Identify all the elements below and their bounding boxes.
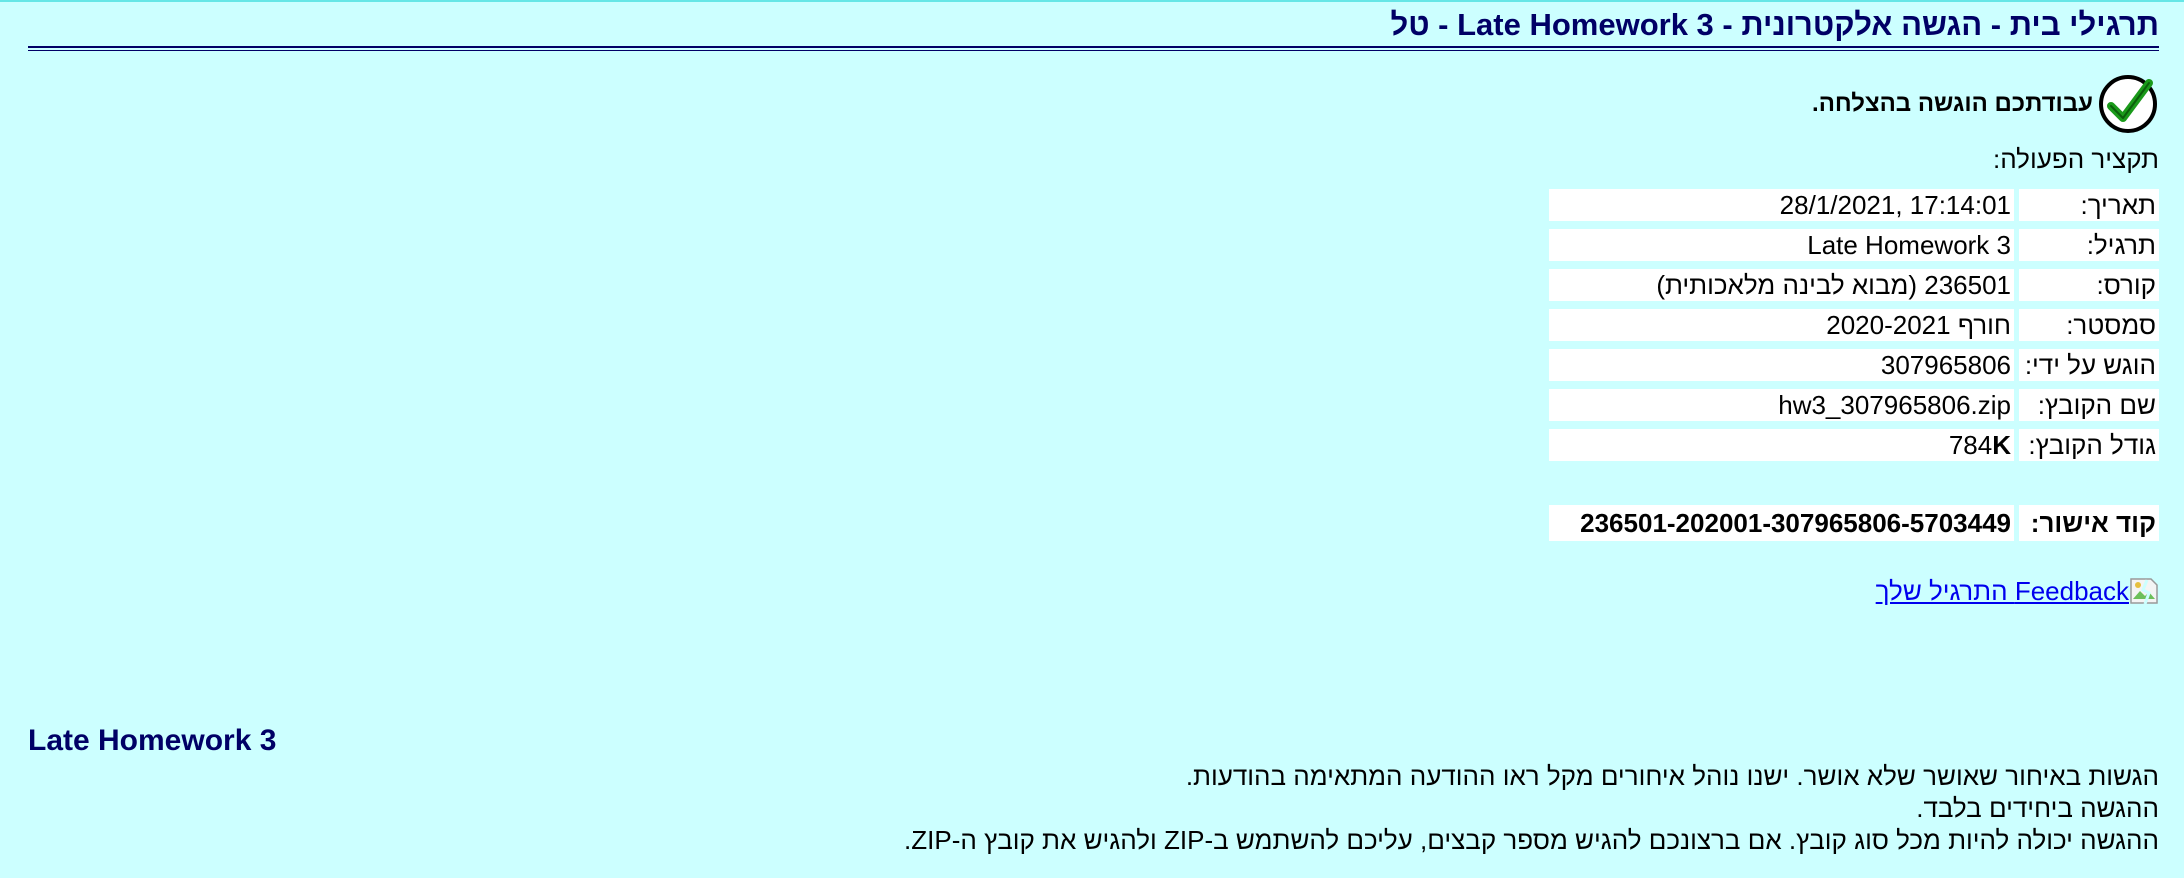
filesize-unit: K [1992, 429, 2011, 460]
feedback-link[interactable]: Feedback התרגיל שלך [1876, 576, 2129, 607]
feedback-row: Feedback התרגיל שלך [28, 574, 2159, 608]
summary-label: קורס: [2019, 269, 2159, 301]
summary-value: 784K [1549, 429, 2014, 461]
summary-row-course: קורס: 236501 (מבוא לבינה מלאכותית) [1549, 269, 2159, 301]
summary-value: 236501 (מבוא לבינה מלאכותית) [1549, 269, 2014, 301]
checkmark-icon [2097, 73, 2159, 135]
summary-label: תאריך: [2019, 189, 2159, 221]
summary-value: 28/1/2021, 17:14:01 [1549, 189, 2014, 221]
summary-value: חורף 2020-2021 [1549, 309, 2014, 341]
title-divider-thin [28, 50, 2159, 51]
summary-label: סמסטר: [2019, 309, 2159, 341]
assignment-note: ההגשה ביחידים בלבד. [1916, 793, 2159, 823]
summary-row-date: תאריך: 28/1/2021, 17:14:01 [1549, 189, 2159, 221]
page-title: תרגילי בית - הגשה אלקטרונית - Late Homew… [1390, 7, 2159, 42]
assignment-title: Late Homework 3 [28, 724, 277, 757]
page: תרגילי בית - הגשה אלקטרונית - Late Homew… [28, 2, 2159, 608]
assignment-note: ההגשה יכולה להיות מכל סוג קובץ. אם ברצונ… [904, 825, 2159, 855]
title-divider [28, 46, 2159, 48]
assignment-note: הגשות באיחור שאושר שלא אושר. ישנו נוהל א… [1185, 761, 2159, 791]
success-banner: עבודתכם הוגשה בהצלחה. [28, 73, 2159, 135]
summary-value: hw3_307965806.zip [1549, 389, 2014, 421]
assignment-notes: הגשות באיחור שאושר שלא אושר. ישנו נוהל א… [904, 760, 2159, 856]
summary-row-submitted-by: הוגש על ידי: 307965806 [1549, 349, 2159, 381]
success-message: עבודתכם הוגשה בהצלחה. [1812, 90, 2093, 117]
date-value: 28/1/2021, 17:14:01 [1779, 189, 2011, 220]
summary-row-filesize: גודל הקובץ: 784K [1549, 429, 2159, 461]
summary-table: תאריך: 28/1/2021, 17:14:01 תרגיל: Late H… [1544, 181, 2164, 469]
summary-value: Late Homework 3 [1549, 229, 2014, 261]
approval-table: קוד אישור: 236501-202001-307965806-57034… [1544, 505, 2164, 541]
summary-label: גודל הקובץ: [2019, 429, 2159, 461]
broken-image-icon[interactable] [2129, 577, 2159, 605]
approval-code: 236501-202001-307965806-5703449 [1549, 505, 2014, 541]
summary-row-filename: שם הקובץ: hw3_307965806.zip [1549, 389, 2159, 421]
filesize-number: 784 [1948, 429, 1993, 460]
summary-label: הוגש על ידי: [2019, 349, 2159, 381]
summary-heading: תקציר הפעולה: [1993, 144, 2159, 174]
summary-row-semester: סמסטר: חורף 2020-2021 [1549, 309, 2159, 341]
summary-label: שם הקובץ: [2019, 389, 2159, 421]
summary-label: תרגיל: [2019, 229, 2159, 261]
approval-label: קוד אישור: [2019, 505, 2159, 541]
summary-value: 307965806 [1549, 349, 2014, 381]
summary-row-exercise: תרגיל: Late Homework 3 [1549, 229, 2159, 261]
